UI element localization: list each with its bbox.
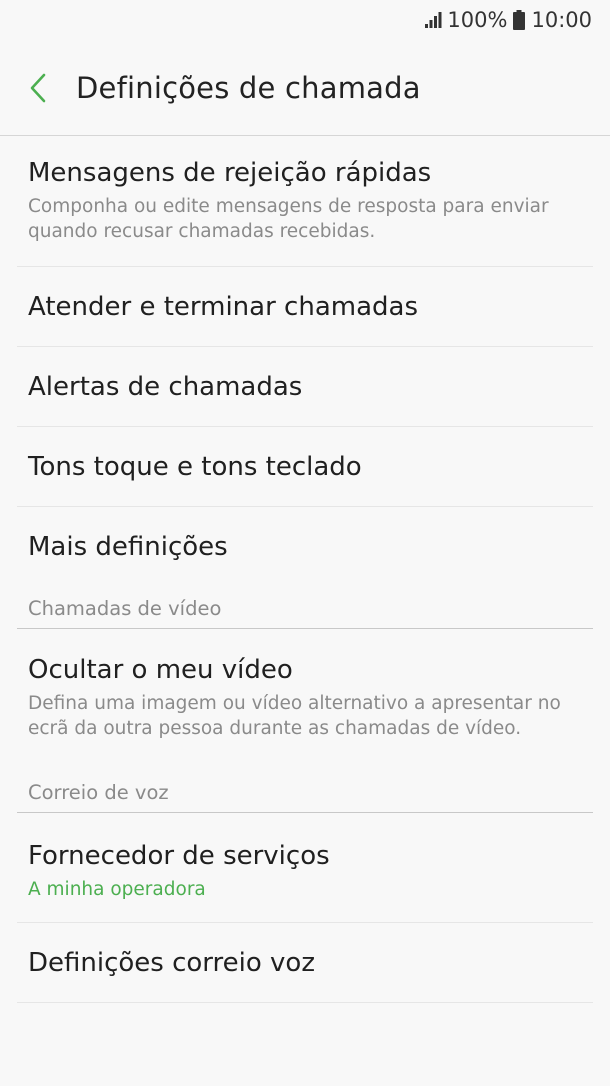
setting-quick-decline-messages[interactable]: Mensagens de rejeição rápidas Componha o… [17,136,593,267]
setting-title: Mais definições [28,532,228,562]
setting-title: Tons toque e tons teclado [28,451,362,482]
setting-hide-my-video[interactable]: Ocultar o meu vídeo Defina uma imagem ou… [17,629,593,771]
setting-title: Alertas de chamadas [28,371,303,402]
setting-title: Mensagens de rejeição rápidas [28,158,432,188]
app-bar: Definições de chamada [0,40,610,136]
clock: 10:00 [531,8,592,32]
setting-title: Ocultar o meu vídeo [28,655,293,685]
setting-title: Atender e terminar chamadas [28,291,418,322]
chevron-left-icon [30,73,46,102]
setting-call-alerts[interactable]: Alertas de chamadas [17,347,593,427]
battery-icon [513,10,526,30]
section-header-video-calls: Chamadas de vídeo [17,587,593,629]
battery-percent: 100% [447,8,508,32]
settings-list: Mensagens de rejeição rápidas Componha o… [0,136,610,1003]
setting-summary: Defina uma imagem ou vídeo alternativo a… [28,693,561,739]
setting-summary: A minha operadora [28,879,206,900]
setting-service-provider[interactable]: Fornecedor de serviços A minha operadora [17,813,593,923]
setting-answer-end-calls[interactable]: Atender e terminar chamadas [17,267,593,347]
setting-summary: Componha ou edite mensagens de resposta … [28,196,549,242]
setting-voicemail-settings[interactable]: Definições correio voz [17,923,593,1003]
setting-ringtones-keypad-tones[interactable]: Tons toque e tons teclado [17,427,593,507]
signal-icon [425,12,442,28]
setting-title: Definições correio voz [28,947,315,978]
setting-title: Fornecedor de serviços [28,841,330,871]
setting-more-settings[interactable]: Mais definições [17,507,593,587]
back-button[interactable] [0,40,76,136]
page-title: Definições de chamada [76,70,421,105]
section-header-voicemail: Correio de voz [17,771,593,813]
status-bar: 100% 10:00 [0,0,610,40]
